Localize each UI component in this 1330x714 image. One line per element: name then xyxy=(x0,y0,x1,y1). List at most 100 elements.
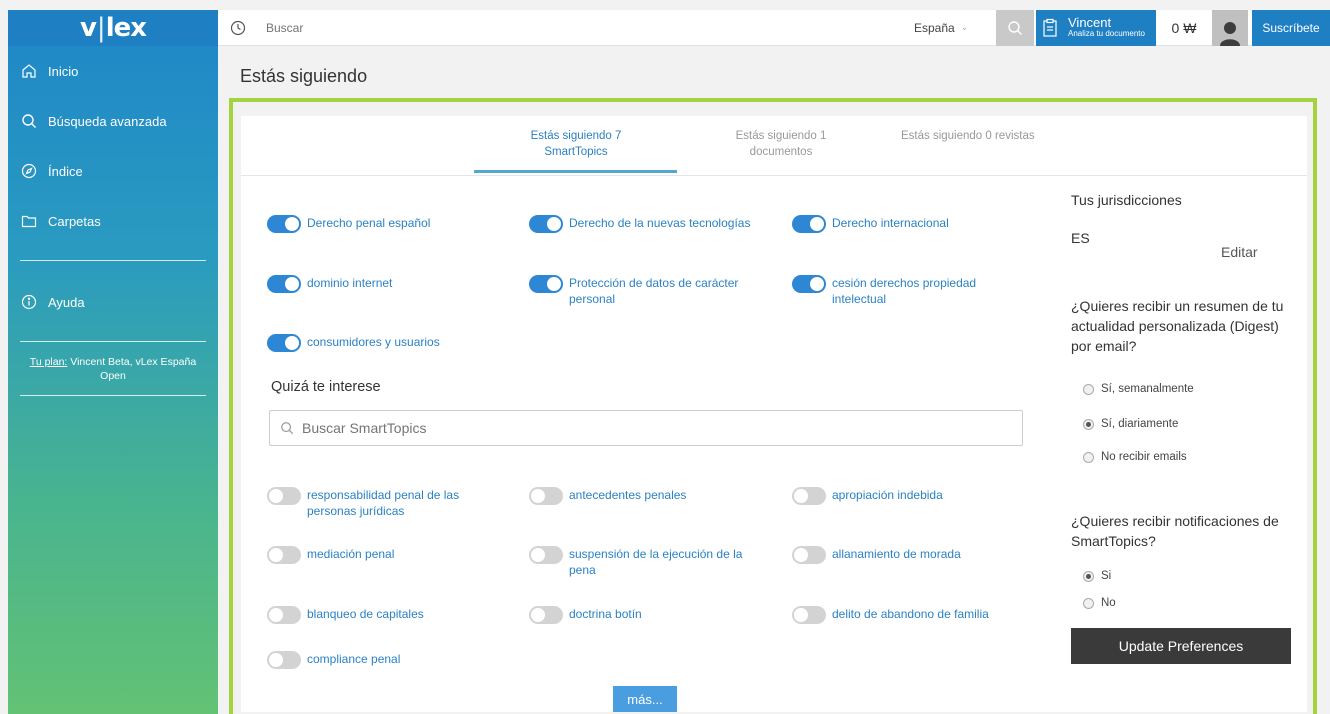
compass-icon xyxy=(20,162,38,180)
radio-label: Si xyxy=(1101,570,1112,582)
suggested-topic[interactable]: doctrina botín xyxy=(529,606,769,624)
digest-question: ¿Quieres recibir un resumen de tu actual… xyxy=(1071,298,1284,354)
toggle-switch[interactable] xyxy=(529,215,563,233)
update-preferences-button[interactable]: Update Preferences xyxy=(1071,628,1291,664)
tab-smarttopics[interactable]: Estás siguiendo 7 SmartTopics xyxy=(511,128,641,160)
sidebar-item-carpetas[interactable]: Carpetas xyxy=(8,196,218,246)
toggle-switch[interactable] xyxy=(267,546,301,564)
toggle-switch[interactable] xyxy=(792,487,826,505)
history-icon[interactable] xyxy=(218,10,258,46)
topic-label: cesión derechos propiedad intelectual xyxy=(832,276,977,306)
toggle-switch[interactable] xyxy=(529,606,563,624)
toggle-switch[interactable] xyxy=(267,487,301,505)
suggested-topic[interactable]: apropiación indebida xyxy=(792,487,1032,505)
topic-label: blanqueo de capitales xyxy=(307,607,424,621)
radio-button[interactable] xyxy=(1083,451,1094,463)
sidebar-item-label: Búsqueda avanzada xyxy=(48,113,167,129)
smarttopics-search-input[interactable] xyxy=(302,420,982,436)
toggle-switch[interactable] xyxy=(792,275,826,293)
topic-label: suspensión de la ejecución de la pena xyxy=(569,547,743,577)
plan-label[interactable]: Tu plan: xyxy=(30,356,68,368)
credits-counter[interactable]: 0 ₩ xyxy=(1156,20,1212,36)
suggested-topic[interactable]: antecedentes penales xyxy=(529,487,769,505)
radio-button[interactable] xyxy=(1083,570,1094,582)
country-label: España xyxy=(914,20,955,35)
suggested-topic[interactable]: compliance penal xyxy=(267,651,507,669)
toggle-switch[interactable] xyxy=(529,275,563,293)
tab-revistas[interactable]: Estás siguiendo 0 revistas xyxy=(901,128,1081,144)
country-select[interactable]: España ⌄ xyxy=(900,21,996,35)
suggested-topic[interactable]: responsabilidad penal de las personas ju… xyxy=(267,487,517,519)
user-icon xyxy=(1220,21,1240,46)
chevron-down-icon: ⌄ xyxy=(960,22,969,32)
followed-topic[interactable]: Protección de datos de carácter personal xyxy=(529,275,769,307)
suggested-topic[interactable]: blanqueo de capitales xyxy=(267,606,507,624)
radio-button[interactable] xyxy=(1083,597,1094,609)
suggested-topic[interactable]: delito de abandono de familia xyxy=(792,606,1032,624)
user-name: Vincent xyxy=(1068,15,1112,30)
toggle-switch[interactable] xyxy=(267,651,301,669)
toggle-switch[interactable] xyxy=(792,606,826,624)
radio-button[interactable] xyxy=(1083,418,1094,430)
topic-label: Protección de datos de carácter personal xyxy=(569,276,739,306)
logo[interactable]: v|lex xyxy=(8,10,218,46)
logo-text-right: lex xyxy=(105,13,147,43)
followed-topic[interactable]: cesión derechos propiedad intelectual xyxy=(792,275,1032,307)
topic-label: apropiación indebida xyxy=(832,488,943,502)
notif-option-yes[interactable]: Si xyxy=(1083,570,1111,582)
search-button[interactable] xyxy=(996,9,1034,46)
folder-icon xyxy=(20,212,38,230)
tabs: Estás siguiendo 7 SmartTopics Estás sigu… xyxy=(241,116,1307,176)
sidebar-item-inicio[interactable]: Inicio xyxy=(8,46,218,96)
toggle-switch[interactable] xyxy=(267,606,301,624)
sidebar-item-indice[interactable]: Índice xyxy=(8,146,218,196)
sidebar-item-busqueda-avanzada[interactable]: Búsqueda avanzada xyxy=(8,96,218,146)
toggle-switch[interactable] xyxy=(792,215,826,233)
topic-label: antecedentes penales xyxy=(569,488,687,502)
analyze-document-button[interactable]: Vincent Analiza tu documento xyxy=(1036,9,1156,46)
followed-topic[interactable]: Derecho internacional xyxy=(792,215,1032,233)
more-button[interactable]: más... xyxy=(613,686,677,712)
followed-topic[interactable]: Derecho penal español xyxy=(267,215,507,233)
toggle-switch[interactable] xyxy=(267,275,301,293)
radio-button[interactable] xyxy=(1083,383,1094,395)
toggle-switch[interactable] xyxy=(792,546,826,564)
followed-topic[interactable]: consumidores y usuarios xyxy=(267,334,507,352)
digest-option-daily[interactable]: Sí, diariamente xyxy=(1083,418,1178,430)
following-frame: Estás siguiendo 7 SmartTopics Estás sigu… xyxy=(229,98,1317,714)
following-panel: Estás siguiendo 7 SmartTopics Estás sigu… xyxy=(241,116,1307,712)
toggle-switch[interactable] xyxy=(529,487,563,505)
page-title: Estás siguiendo xyxy=(240,66,368,86)
toggle-switch[interactable] xyxy=(267,215,301,233)
tab-documentos[interactable]: Estás siguiendo 1 documentos xyxy=(716,128,846,160)
sidebar-item-ayuda[interactable]: Ayuda xyxy=(8,277,218,327)
followed-topic[interactable]: Derecho de la nuevas tecnologías xyxy=(529,215,769,233)
digest-option-none[interactable]: No recibir emails xyxy=(1083,451,1187,463)
search-icon xyxy=(1008,20,1022,35)
topic-label: compliance penal xyxy=(307,652,401,666)
topic-label: Derecho de la nuevas tecnologías xyxy=(569,216,751,230)
suggestions-title: Quizá te interese xyxy=(271,379,381,395)
info-icon xyxy=(20,293,38,311)
avatar[interactable] xyxy=(1212,9,1248,46)
smarttopics-search[interactable] xyxy=(269,410,1023,446)
subscribe-button[interactable]: Suscríbete xyxy=(1252,9,1330,46)
radio-label: No xyxy=(1101,597,1116,609)
digest-option-weekly[interactable]: Sí, semanalmente xyxy=(1083,383,1194,395)
search-input[interactable] xyxy=(258,9,900,46)
analyze-label: Analiza tu documento xyxy=(1068,29,1145,38)
plan-info[interactable]: Tu plan: Vincent Beta, vLex España Open xyxy=(8,342,218,395)
sidebar-item-label: Índice xyxy=(48,163,83,179)
suggested-topic[interactable]: mediación penal xyxy=(267,546,507,564)
toggle-switch[interactable] xyxy=(267,334,301,352)
edit-jurisdictions-link[interactable]: Editar xyxy=(1221,244,1258,260)
toggle-switch[interactable] xyxy=(529,546,563,564)
radio-label: No recibir emails xyxy=(1101,451,1187,463)
followed-topic[interactable]: dominio internet xyxy=(267,275,507,293)
topic-label: doctrina botín xyxy=(569,607,642,621)
jurisdictions-title: Tus jurisdicciones xyxy=(1071,192,1182,208)
suggested-topic[interactable]: suspensión de la ejecución de la pena xyxy=(529,546,769,578)
sidebar: v|lex Inicio Búsqueda avanzada Índice Ca… xyxy=(8,10,218,714)
notif-option-no[interactable]: No xyxy=(1083,597,1116,609)
suggested-topic[interactable]: allanamiento de morada xyxy=(792,546,1032,564)
